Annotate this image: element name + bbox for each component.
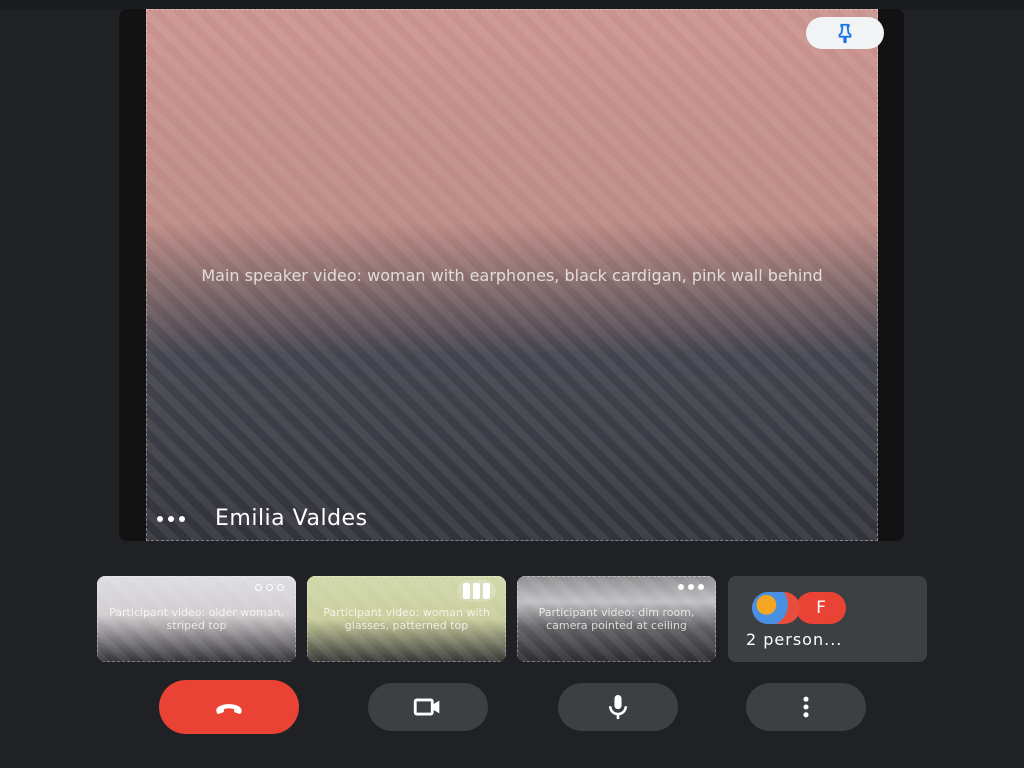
participant-menu-icon[interactable] <box>255 584 284 591</box>
phone-hangup-icon <box>216 704 242 714</box>
main-video: Main speaker video: woman with earphones… <box>146 9 878 541</box>
participant-menu-icon[interactable] <box>678 584 704 590</box>
end-call-button[interactable] <box>159 680 299 734</box>
main-name-bar: Emilia Valdes <box>157 506 368 531</box>
participant-tile-2[interactable]: Participant video: woman with glasses, p… <box>307 576 506 662</box>
pin-icon <box>838 23 852 44</box>
mic-icon <box>608 694 628 720</box>
main-video-tile[interactable]: Main speaker video: woman with earphones… <box>119 9 904 541</box>
main-video-placeholder: Main speaker video: woman with earphones… <box>146 9 878 541</box>
more-vert-icon <box>803 696 809 718</box>
participant-tile-1[interactable]: Participant video: older woman, striped … <box>97 576 296 662</box>
camera-toggle-button[interactable] <box>368 683 488 731</box>
avatar-letter: F <box>796 592 846 624</box>
avatar <box>752 592 800 624</box>
mic-toggle-button[interactable] <box>558 683 678 731</box>
group-avatars: F <box>752 592 846 624</box>
speaking-indicator-icon <box>457 580 496 602</box>
participant-group-tile[interactable]: F 2 person... <box>728 576 927 662</box>
participant-tile-3[interactable]: Participant video: dim room, camera poin… <box>517 576 716 662</box>
participant-name: Emilia Valdes <box>215 506 368 531</box>
more-options-button[interactable] <box>746 683 866 731</box>
main-tile-menu-icon[interactable] <box>157 515 185 522</box>
pin-button[interactable] <box>806 17 884 49</box>
group-count-label: 2 person... <box>746 630 843 649</box>
videocam-icon <box>413 698 440 716</box>
